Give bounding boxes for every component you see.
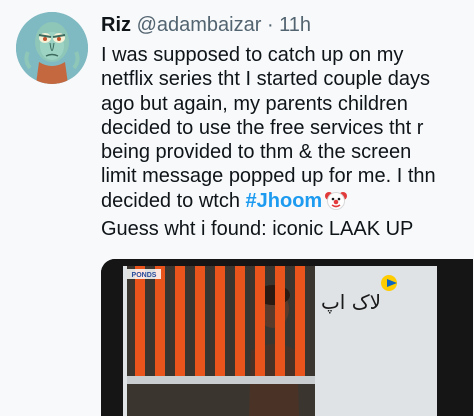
separator-dot: · [266,14,274,36]
tweet[interactable]: Riz @adambaizar · 11h I was supposed to … [0,0,474,416]
tweet-media-image[interactable]: لاک اپ PONDS [101,259,473,416]
drama-scene-image: لاک اپ PONDS [101,259,473,416]
urdu-caption: لاک اپ [321,290,381,314]
avatar[interactable] [16,12,88,84]
tweet-line-prefix: decided to wtch [101,189,246,212]
ponds-watermark: PONDS [132,272,157,279]
user-handle[interactable]: @adambaizar [137,14,262,36]
tweet-line: ago but again, my parents children [101,92,408,115]
tweet-line: Guess wht i found: iconic LAAK UP [101,218,414,241]
tweet-text: I was supposed to catch up on my netflix… [101,43,473,241]
clown-face-icon [325,189,348,217]
display-name[interactable]: Riz [101,14,131,36]
timestamp[interactable]: 11h [279,14,311,36]
tweet-header: Riz @adambaizar · 11h [101,12,311,38]
tweet-line: decided to use the free services tht r [101,116,424,139]
tweet-line: netflix series tht I started couple days [101,68,431,91]
hashtag-link[interactable]: #Jhoom [246,190,323,212]
squidward-avatar-image [16,12,88,84]
tweet-line: limit message popped up for me. I thn [101,165,436,188]
tweet-line-with-hashtag: decided to wtch #Jhoom [101,189,473,217]
tweet-line: being provided to thm & the screen [101,141,412,164]
geo-logo-icon [381,275,397,291]
tweet-line: I was supposed to catch up on my [101,44,404,66]
